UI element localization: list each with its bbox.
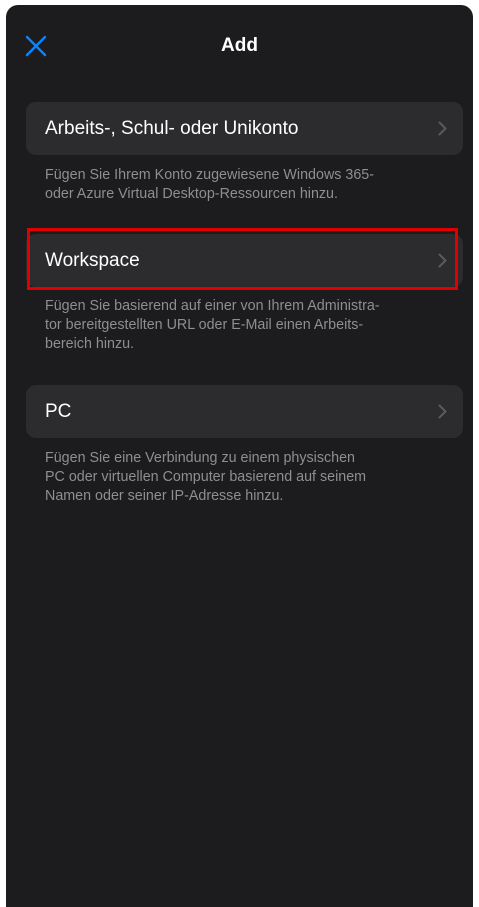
- add-sheet: Add Arbeits-, Schul- oder Unikonto Fügen…: [6, 5, 473, 907]
- option-description: Fügen Sie Ihrem Konto zugewiesene Window…: [45, 167, 375, 202]
- option-label: PC: [45, 401, 72, 422]
- option-description: Fügen Sie basierend auf einer von Ihrem …: [45, 298, 380, 352]
- option-pc[interactable]: PC: [26, 385, 463, 438]
- option-work-school-account[interactable]: Arbeits-, Schul- oder Unikonto: [26, 102, 463, 155]
- chevron-right-icon: [438, 121, 447, 136]
- highlight-box: [27, 228, 458, 290]
- nav-header: Add: [6, 5, 473, 87]
- chevron-right-icon: [438, 404, 447, 419]
- option-label: Arbeits-, Schul- oder Unikonto: [45, 118, 299, 139]
- option-description: Fügen Sie eine Verbindung zu einem physi…: [45, 450, 367, 504]
- page-title: Add: [221, 35, 258, 56]
